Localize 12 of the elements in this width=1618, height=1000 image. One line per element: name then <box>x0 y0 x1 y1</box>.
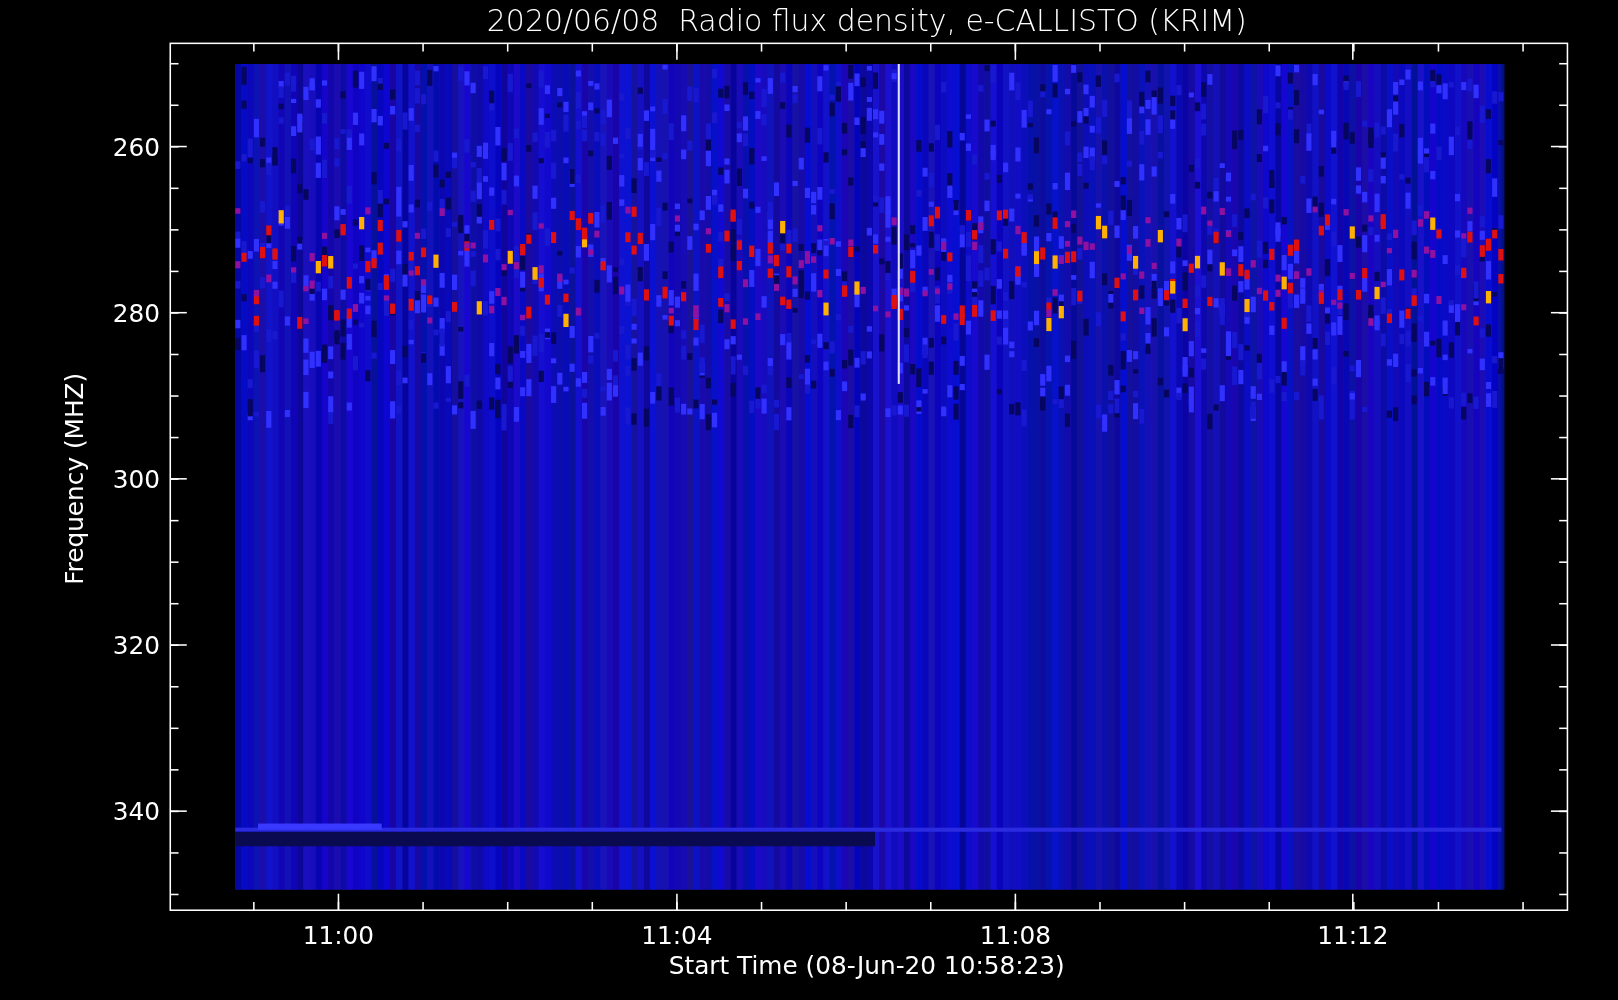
axis-tick-label: 340 <box>112 797 160 827</box>
chart-title: 2020/06/08 Radio flux density, e-CALLISTO (KRIM) <box>486 2 1247 38</box>
axis-tick-label: 11:04 <box>641 921 713 951</box>
axis-tick-label: 11:12 <box>1317 921 1389 951</box>
axis-tick-label: 11:00 <box>302 921 375 951</box>
axis-tick-label: 320 <box>112 631 160 661</box>
axis-tick-label: 260 <box>112 132 160 162</box>
axis-tick-label: 300 <box>112 465 160 495</box>
y-axis-label: Frequency (MHZ) <box>59 372 89 585</box>
axis-tick-label: 11:08 <box>979 921 1052 951</box>
x-axis-label: Start Time (08-Jun-20 10:58:23) <box>668 951 1065 981</box>
axis-tick-label: 280 <box>112 299 160 328</box>
